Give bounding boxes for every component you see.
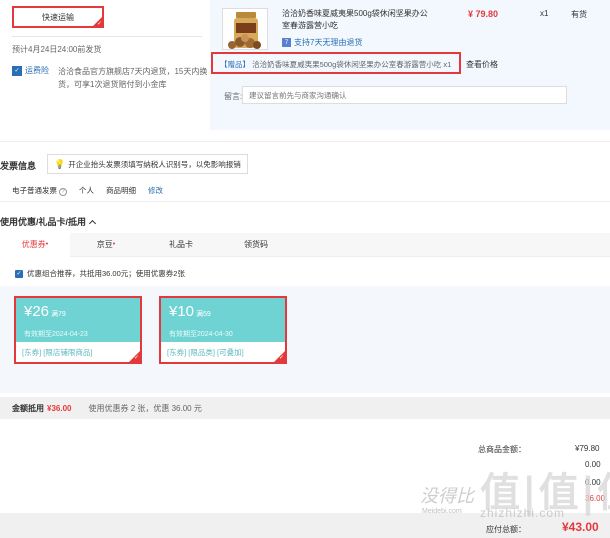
invoice-type: 电子普通发票?	[12, 185, 67, 196]
chevron-up-icon	[88, 219, 97, 227]
tab-coupons[interactable]: 优惠券•	[0, 233, 70, 258]
help-icon[interactable]: ?	[59, 188, 67, 196]
macadamia-jar-image	[223, 9, 267, 49]
invoice-tip-text: 开企业抬头发票须填写纳税人识别号，以免影响报销	[68, 159, 241, 169]
invoice-tip: 💡 开企业抬头发票须填写纳税人识别号，以免影响报销	[47, 154, 248, 174]
invoice-edit-link[interactable]: 修改	[148, 185, 163, 196]
freight-insurance-label: 运费险	[25, 66, 49, 75]
new-dot-icon: •	[45, 241, 49, 248]
product-stock-status: 有货	[571, 10, 587, 19]
watermark-site: Meidebi.com	[422, 508, 462, 515]
divider	[12, 36, 202, 37]
payable-amount: ¥43.00	[562, 520, 599, 534]
product-price: ¥ 79.80	[468, 9, 499, 19]
shipping-method-label: 快速运输	[42, 12, 74, 22]
coupon-section-title: 使用优惠/礼品卡/抵用	[0, 217, 87, 227]
discount-summary-amount: ¥36.00	[47, 403, 72, 413]
watermark-text: 没得比	[420, 486, 474, 507]
coupon-amount: ¥26	[24, 303, 50, 320]
message-label: 留言:	[224, 92, 243, 101]
tab-gift-card[interactable]: 礼品卡	[150, 233, 212, 257]
gift-item: 【赠品】 洽洽奶香味夏威夷果500g袋休闲坚果办公室春游露营小吃 x1	[220, 59, 451, 70]
new-dot-icon: •	[112, 241, 116, 248]
coupon-card[interactable]: ¥10 满59 有效期至2024-04-30 [东券] [限品类] [可叠加] ✓	[159, 296, 287, 364]
invoice-content: 商品明细	[106, 186, 136, 195]
coupon-expiry: 有效期至2024-04-23	[24, 331, 88, 338]
goods-total-value: ¥79.80	[575, 444, 600, 453]
payable-label: 应付总额：	[486, 525, 526, 534]
invoice-details: 电子普通发票? 个人 商品明细 修改	[12, 185, 163, 196]
divider	[0, 201, 610, 202]
coupon-expiry: 有效期至2024-04-30	[169, 331, 233, 338]
lightbulb-icon: 💡	[54, 158, 66, 169]
coupon-threshold: 满79	[51, 311, 66, 318]
view-price-link[interactable]: 查看价格	[466, 59, 498, 70]
gift-tag: 【赠品】	[220, 60, 250, 69]
combo-recommend-text: 优惠组合推荐，共抵用36.00元；使用优惠券2张	[27, 269, 185, 278]
return-policy[interactable]: 7 支持7天无理由退货	[282, 37, 362, 48]
tab-pickup-code[interactable]: 领货码	[225, 233, 287, 257]
invoice-header: 个人	[79, 186, 94, 195]
seven-day-icon: 7	[282, 38, 291, 47]
watermark-url: zhizhizhi.com	[480, 506, 566, 520]
checkbox-checked-icon[interactable]: ✓	[15, 269, 23, 278]
coupon-threshold: 满59	[196, 311, 211, 318]
coupon-tags: [东券] [限店铺限商品]	[22, 348, 93, 357]
discount-summary-label: 金额抵用	[12, 403, 44, 413]
coupon-amount: ¥10	[169, 303, 195, 320]
check-icon: ✓	[278, 355, 284, 361]
product-image[interactable]	[222, 8, 268, 50]
divider	[0, 141, 610, 142]
combo-recommend-checkbox[interactable]: ✓ 优惠组合推荐，共抵用36.00元；使用优惠券2张	[15, 268, 185, 279]
coupon-tags: [东券] [限品类] [可叠加]	[167, 348, 244, 357]
coupon-header: ¥26 满79 有效期至2024-04-23	[16, 298, 140, 342]
shield-icon: ✓	[12, 65, 22, 76]
check-icon: ✓	[133, 355, 139, 361]
return-policy-label: 支持7天无理由退货	[294, 38, 363, 47]
shipping-method-button[interactable]: 快速运输 ✓	[12, 6, 104, 28]
invoice-title: 发票信息	[0, 161, 37, 171]
coupon-header: ¥10 满59 有效期至2024-04-30	[161, 298, 285, 342]
tab-jingdou[interactable]: 京豆•	[75, 233, 137, 257]
product-title[interactable]: 洽洽奶香味夏威夷果500g袋休闲坚果办公室春游露营小吃	[282, 8, 432, 32]
ship-estimate: 预计4月24日24:00前发货	[12, 45, 102, 54]
freight-insurance-text: 洽洽食品官方旗舰店7天内退货，15天内换货，可享1次退货赔付到小金库	[58, 67, 208, 89]
discount-summary: 金额抵用 ¥36.00 使用优惠券 2 张，优惠 36.00 元	[0, 397, 610, 419]
gift-text: 洽洽奶香味夏威夷果500g袋休闲坚果办公室春游露营小吃 x1	[252, 60, 452, 69]
discount-summary-desc: 使用优惠券 2 张，优惠 36.00 元	[88, 403, 202, 413]
coupon-card[interactable]: ¥26 满79 有效期至2024-04-23 [东券] [限店铺限商品] ✓	[14, 296, 142, 364]
coupon-section-toggle[interactable]: 使用优惠/礼品卡/抵用	[0, 215, 97, 228]
check-icon: ✓	[96, 21, 102, 27]
message-input[interactable]	[242, 86, 567, 104]
coupon-tabs: 优惠券• 京豆• 礼品卡 领货码	[0, 233, 610, 258]
product-quantity: x1	[540, 9, 549, 18]
goods-total-label: 总商品金额：	[478, 445, 526, 454]
freight-insurance-badge[interactable]: ✓ 运费险	[12, 65, 49, 76]
